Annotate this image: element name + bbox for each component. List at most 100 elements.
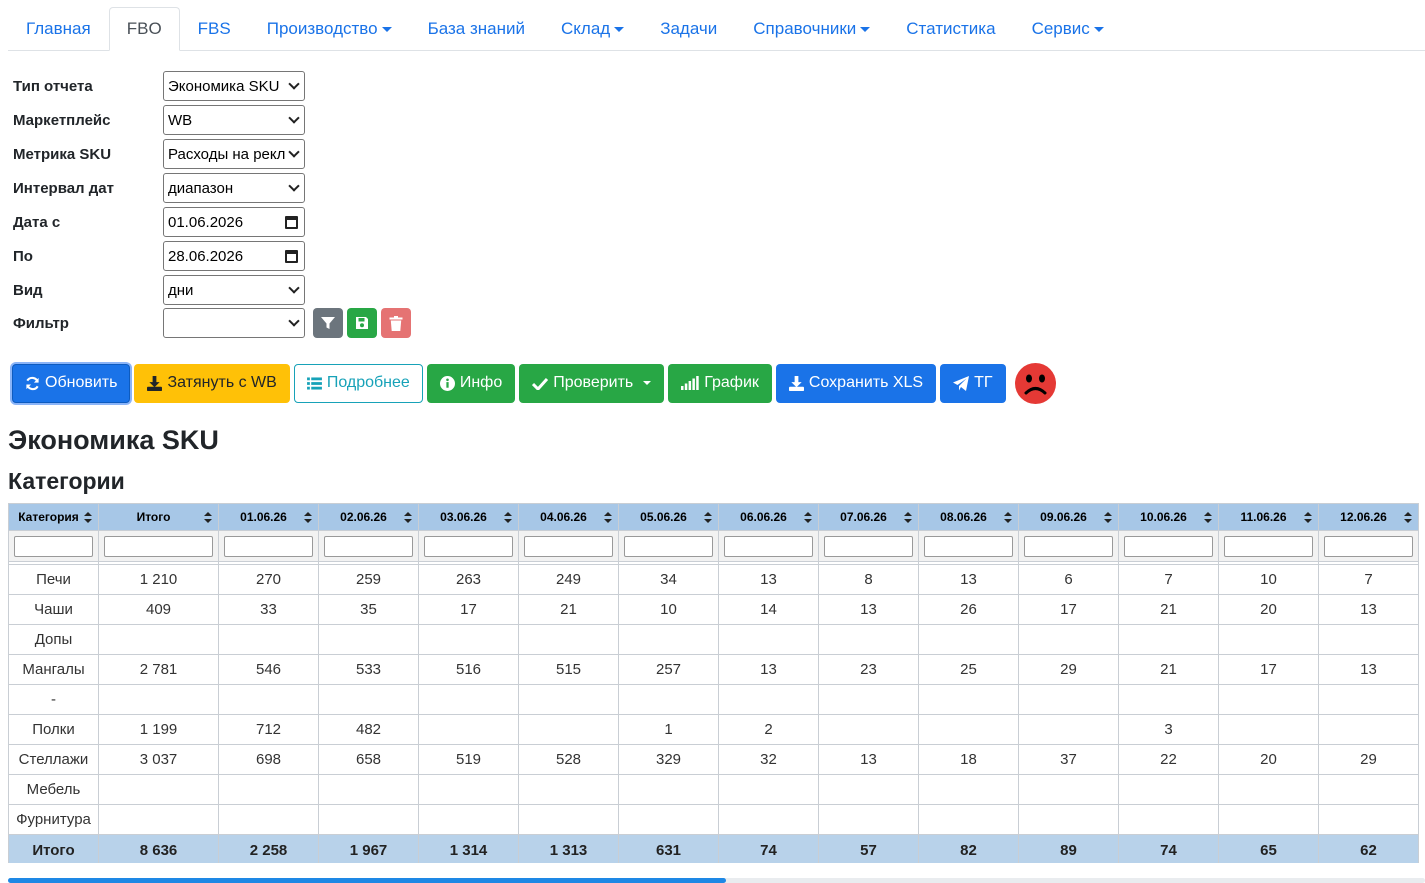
chart-button[interactable]: График bbox=[668, 363, 772, 403]
value-cell bbox=[1018, 774, 1119, 805]
total-cell: 62 bbox=[1318, 834, 1419, 863]
column-header[interactable]: 05.06.26 bbox=[618, 503, 719, 531]
horizontal-scrollbar[interactable] bbox=[8, 878, 1425, 883]
nav-tab-8[interactable]: Статистика bbox=[888, 7, 1013, 51]
table-row[interactable]: Полки 1 199 712 482 1 2 3 bbox=[8, 714, 1419, 745]
pull-wb-button[interactable]: Затянуть с WB bbox=[134, 363, 290, 403]
nav-tab-1[interactable]: FBO bbox=[108, 7, 180, 51]
delete-filter-button[interactable] bbox=[381, 308, 411, 338]
report-type-label: Тип отчета bbox=[13, 77, 93, 95]
sort-icon bbox=[304, 512, 312, 523]
save-xls-button[interactable]: Сохранить XLS bbox=[775, 363, 937, 403]
table-row[interactable]: Стеллажи 3 037 698 658 519 528 329 32 13 18 37 22 20… bbox=[8, 744, 1419, 775]
column-header[interactable]: 01.06.26 bbox=[218, 503, 319, 531]
column-filter-input[interactable] bbox=[524, 535, 613, 557]
calendar-icon[interactable] bbox=[285, 249, 298, 263]
sad-face-icon[interactable] bbox=[1014, 362, 1056, 404]
save-filter-button[interactable] bbox=[347, 308, 377, 338]
table-row[interactable]: Фурнитура bbox=[8, 804, 1419, 835]
table-row[interactable]: Чаши 409 33 35 17 21 10 14 13 26 17 21 20 13 bbox=[8, 594, 1419, 625]
column-filter-input[interactable] bbox=[1324, 535, 1413, 557]
column-header[interactable]: 09.06.26 bbox=[1018, 503, 1119, 531]
column-filter-input[interactable] bbox=[1224, 535, 1313, 557]
column-header-label: 10.06.26 bbox=[1140, 510, 1187, 524]
column-filter-input[interactable] bbox=[1024, 535, 1113, 557]
column-header[interactable]: 11.06.26 bbox=[1218, 503, 1319, 531]
column-header[interactable]: Итого bbox=[98, 503, 219, 531]
column-header[interactable]: Категория bbox=[8, 503, 99, 531]
value-cell: 13 bbox=[718, 654, 819, 685]
column-header[interactable]: 06.06.26 bbox=[718, 503, 819, 531]
marketplace-select[interactable]: WB bbox=[163, 105, 305, 135]
nav-tab-label: Главная bbox=[26, 19, 91, 38]
nav-tab-3[interactable]: Производство bbox=[249, 7, 410, 51]
info-button[interactable]: Инфо bbox=[426, 363, 516, 403]
table-row[interactable]: Мебель bbox=[8, 774, 1419, 805]
column-header[interactable]: 03.06.26 bbox=[418, 503, 519, 531]
value-cell: 329 bbox=[618, 744, 719, 775]
table-row[interactable]: Допы bbox=[8, 624, 1419, 655]
nav-tab-9[interactable]: Сервис bbox=[1014, 7, 1122, 51]
column-filter-input[interactable] bbox=[14, 535, 93, 557]
column-header[interactable]: 10.06.26 bbox=[1118, 503, 1219, 531]
sort-icon bbox=[804, 512, 812, 523]
date-to-input[interactable]: 28.06.2026 bbox=[163, 241, 305, 271]
column-header[interactable]: 08.06.26 bbox=[918, 503, 1019, 531]
value-cell: 17 bbox=[1218, 654, 1319, 685]
calendar-icon[interactable] bbox=[285, 215, 298, 229]
check-button[interactable]: Проверить bbox=[519, 363, 665, 403]
column-header[interactable]: 07.06.26 bbox=[818, 503, 919, 531]
total-cell: 2 258 bbox=[218, 834, 319, 863]
table-row[interactable]: Мангалы 2 781 546 533 516 515 257 13 23 25 29 21 17 1… bbox=[8, 654, 1419, 685]
nav-tab-label: База знаний bbox=[427, 19, 525, 38]
value-cell bbox=[318, 804, 419, 835]
value-cell bbox=[1118, 684, 1219, 715]
metric-select[interactable]: Расходы на рекл bbox=[163, 139, 305, 169]
telegram-button[interactable]: ТГ bbox=[940, 363, 1006, 403]
value-cell: 2 781 bbox=[98, 654, 219, 685]
column-filter-input[interactable] bbox=[424, 535, 513, 557]
filter-label: Фильтр bbox=[13, 314, 69, 332]
column-filter-input[interactable] bbox=[324, 535, 413, 557]
column-filter-input[interactable] bbox=[104, 535, 213, 557]
column-header[interactable]: 12.06.26 bbox=[1318, 503, 1419, 531]
data-table-container[interactable]: Категория Итого 01.06.26 02.06.26 03.06.26 04… bbox=[8, 503, 1425, 863]
column-filter-input[interactable] bbox=[1124, 535, 1213, 557]
column-filter-input[interactable] bbox=[224, 535, 313, 557]
nav-tab-5[interactable]: Склад bbox=[543, 7, 642, 51]
total-cell: 74 bbox=[1118, 834, 1219, 863]
nav-tab-0[interactable]: Главная bbox=[8, 7, 109, 51]
value-cell bbox=[418, 684, 519, 715]
value-cell bbox=[818, 774, 919, 805]
sort-icon bbox=[704, 512, 712, 523]
details-button[interactable]: Подробнее bbox=[293, 363, 423, 403]
date-from-input[interactable]: 01.06.2026 bbox=[163, 207, 305, 237]
nav-tab-2[interactable]: FBS bbox=[180, 7, 249, 51]
value-cell bbox=[318, 624, 419, 655]
view-select[interactable]: дни bbox=[163, 275, 305, 305]
column-filter-input[interactable] bbox=[924, 535, 1013, 557]
value-cell: 18 bbox=[918, 744, 1019, 775]
column-filter-input[interactable] bbox=[724, 535, 813, 557]
table-row[interactable]: - bbox=[8, 684, 1419, 715]
nav-tab-6[interactable]: Задачи bbox=[642, 7, 735, 51]
scrollbar-thumb[interactable] bbox=[8, 878, 727, 883]
value-cell bbox=[418, 624, 519, 655]
value-cell bbox=[918, 624, 1019, 655]
column-filter-input[interactable] bbox=[824, 535, 913, 557]
filter-select[interactable] bbox=[163, 308, 305, 338]
nav-tabs: Главная FBO FBS Производство База знаний Скла… bbox=[8, 7, 1425, 51]
nav-tab-4[interactable]: База знаний bbox=[410, 7, 543, 51]
report-type-select[interactable]: Экономика SKU bbox=[163, 71, 305, 101]
apply-filter-button[interactable] bbox=[313, 308, 343, 338]
column-header[interactable]: 02.06.26 bbox=[318, 503, 419, 531]
table-row[interactable]: Печи 1 210 270 259 263 249 34 13 8 13 6 7 10 7 bbox=[8, 564, 1419, 595]
sort-icon bbox=[604, 512, 612, 523]
value-cell: 23 bbox=[818, 654, 919, 685]
column-header[interactable]: 04.06.26 bbox=[518, 503, 619, 531]
nav-tab-7[interactable]: Справочники bbox=[735, 7, 888, 51]
info-icon bbox=[439, 375, 455, 391]
column-filter-input[interactable] bbox=[624, 535, 713, 557]
interval-select[interactable]: диапазон bbox=[163, 173, 305, 203]
refresh-button[interactable]: Обновить bbox=[12, 363, 131, 403]
